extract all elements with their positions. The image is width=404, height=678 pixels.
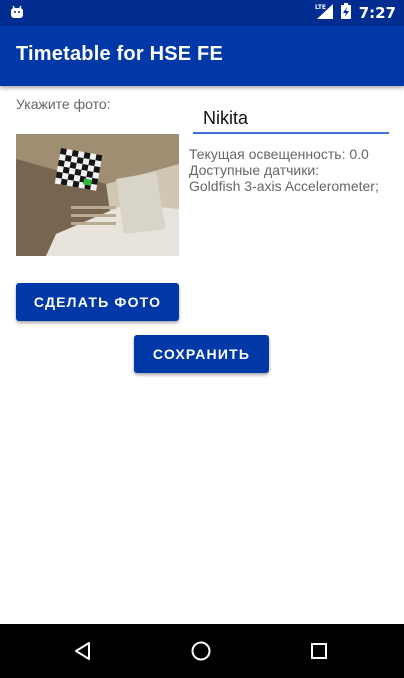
recents-button[interactable] bbox=[302, 635, 336, 667]
battery-charging-icon bbox=[340, 2, 351, 24]
home-icon bbox=[191, 641, 211, 661]
app-title: Timetable for HSE FE bbox=[16, 43, 224, 65]
svg-text:LTE: LTE bbox=[315, 4, 326, 11]
sensor-info: Текущая освещенность: 0.0 Доступные датч… bbox=[189, 146, 401, 194]
recents-icon bbox=[311, 643, 327, 659]
photo-label: Укажите фото: bbox=[16, 96, 111, 112]
illumination-text: Текущая освещенность: 0.0 bbox=[189, 146, 369, 162]
home-button[interactable] bbox=[184, 635, 218, 667]
name-input[interactable] bbox=[193, 104, 389, 134]
lte-signal-icon: LTE bbox=[315, 3, 335, 24]
sensors-label: Доступные датчики: bbox=[189, 162, 320, 178]
sensors-list: Goldfish 3-axis Accelerometer; bbox=[189, 178, 379, 194]
app-bar: Timetable for HSE FE bbox=[0, 26, 404, 86]
photo-preview bbox=[16, 134, 179, 256]
navigation-bar bbox=[0, 624, 404, 678]
back-icon bbox=[75, 642, 90, 660]
status-time: 7:27 bbox=[358, 4, 396, 22]
android-icon bbox=[10, 5, 24, 24]
back-button[interactable] bbox=[66, 635, 100, 667]
save-button[interactable]: СОХРАНИТЬ bbox=[134, 335, 269, 373]
status-bar: LTE 7:27 bbox=[0, 0, 404, 26]
take-photo-button[interactable]: СДЕЛАТЬ ФОТО bbox=[16, 283, 179, 321]
